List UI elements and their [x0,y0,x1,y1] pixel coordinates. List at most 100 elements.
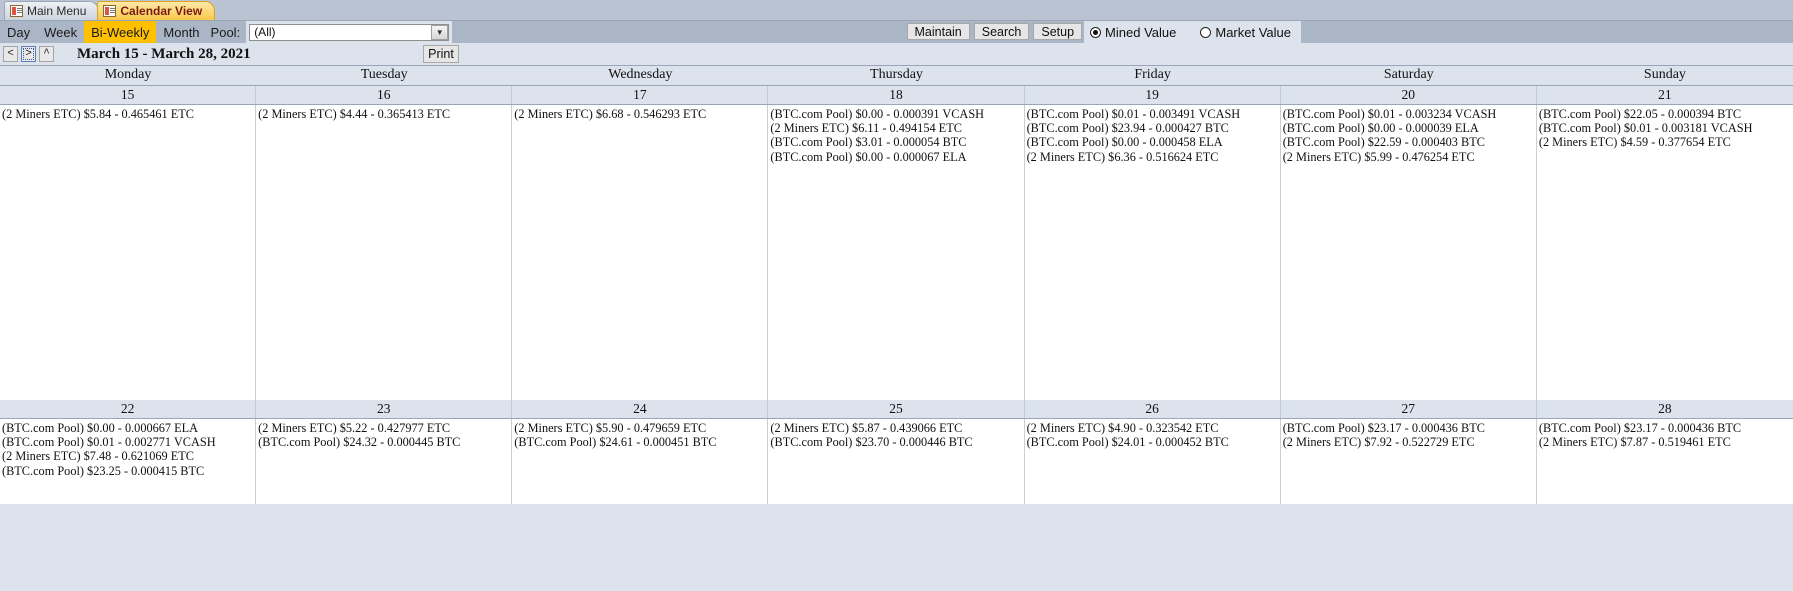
mining-entry[interactable]: (BTC.com Pool) $23.17 - 0.000436 BTC [1283,421,1534,435]
radio-label: Market Value [1215,24,1291,40]
day-number-27[interactable]: 27 [1281,400,1537,418]
day-header-tuesday: Tuesday [360,67,408,82]
day-number-24[interactable]: 24 [512,400,769,418]
value-mode-group: Mined Value Market Value [1084,21,1301,43]
day-cell[interactable]: (2 Miners ETC) $5.84 - 0.465461 ETC [0,105,257,400]
form-icon [103,5,117,17]
next-period-button[interactable]: > [21,46,36,62]
day-cell[interactable]: (2 Miners ETC) $5.87 - 0.439066 ETC (BTC… [768,419,1025,504]
toolbar-spacer [452,21,905,43]
mining-entry[interactable]: (2 Miners ETC) $5.22 - 0.427977 ETC [258,421,509,435]
mining-entry[interactable]: (BTC.com Pool) $0.01 - 0.003181 VCASH [1539,121,1791,135]
day-cell[interactable]: (BTC.com Pool) $0.00 - 0.000391 VCASH (2… [768,105,1025,400]
mining-entry[interactable]: (2 Miners ETC) $4.90 - 0.323542 ETC [1027,421,1278,435]
mining-entry[interactable]: (BTC.com Pool) $24.32 - 0.000445 BTC [258,435,509,449]
day-cell[interactable]: (BTC.com Pool) $23.17 - 0.000436 BTC (2 … [1536,419,1793,504]
mining-entry[interactable]: (BTC.com Pool) $24.61 - 0.000451 BTC [514,435,765,449]
previous-period-button[interactable]: < [3,46,18,62]
view-button-month[interactable]: Month [156,21,206,43]
day-number-17[interactable]: 17 [512,86,769,104]
day-header-friday: Friday [1134,67,1171,82]
day-cell[interactable]: (2 Miners ETC) $5.22 - 0.427977 ETC (BTC… [256,419,513,504]
mining-entry[interactable]: (BTC.com Pool) $0.00 - 0.000458 ELA [1027,135,1278,149]
day-number-26[interactable]: 26 [1025,400,1281,418]
mining-entry[interactable]: (2 Miners ETC) $6.11 - 0.494154 ETC [770,121,1021,135]
day-header-thursday: Thursday [870,67,923,82]
mining-entry[interactable]: (BTC.com Pool) $0.01 - 0.003234 VCASH [1283,107,1534,121]
day-header-sunday: Sunday [1643,67,1686,82]
mining-entry[interactable]: (BTC.com Pool) $23.70 - 0.000446 BTC [770,435,1021,449]
mining-entry[interactable]: (BTC.com Pool) $23.17 - 0.000436 BTC [1539,421,1791,435]
day-cell[interactable]: (2 Miners ETC) $5.90 - 0.479659 ETC (BTC… [512,419,769,504]
maintain-button[interactable]: Maintain [906,23,970,40]
mining-entry[interactable]: (BTC.com Pool) $0.00 - 0.000039 ELA [1283,121,1534,135]
day-cell[interactable]: (BTC.com Pool) $0.01 - 0.003491 VCASH (B… [1024,105,1281,400]
chevron-down-icon[interactable]: ▼ [431,24,449,40]
pool-selected-value: (All) [254,25,276,39]
day-number-16[interactable]: 16 [256,86,513,104]
mining-entry[interactable]: (BTC.com Pool) $23.94 - 0.000427 BTC [1027,121,1278,135]
day-cell[interactable]: (BTC.com Pool) $22.05 - 0.000394 BTC (BT… [1536,105,1793,400]
mining-entry[interactable]: (2 Miners ETC) $7.92 - 0.522729 ETC [1283,435,1534,449]
day-number-23[interactable]: 23 [256,400,513,418]
mining-entry[interactable]: (BTC.com Pool) $0.01 - 0.002771 VCASH [2,435,253,449]
mining-entry[interactable]: (2 Miners ETC) $4.44 - 0.365413 ETC [258,107,509,121]
view-button-bi-weekly[interactable]: Bi-Weekly [84,21,157,43]
day-cell[interactable]: (BTC.com Pool) $0.00 - 0.000667 ELA (BTC… [0,419,257,504]
tab-bar: Main Menu Calendar View [0,0,1793,21]
day-number-20[interactable]: 20 [1281,86,1537,104]
mining-entry[interactable]: (2 Miners ETC) $5.87 - 0.439066 ETC [770,421,1021,435]
mining-entry[interactable]: (BTC.com Pool) $22.05 - 0.000394 BTC [1539,107,1791,121]
setup-button[interactable]: Setup [1033,23,1083,40]
day-cell[interactable]: (2 Miners ETC) $6.68 - 0.546293 ETC [512,105,769,400]
mining-entry[interactable]: (BTC.com Pool) $0.00 - 0.000391 VCASH [770,107,1021,121]
mining-entry[interactable]: (BTC.com Pool) $24.01 - 0.000452 BTC [1027,435,1278,449]
day-cell[interactable]: (BTC.com Pool) $23.17 - 0.000436 BTC (2 … [1280,419,1537,504]
day-number-18[interactable]: 18 [768,86,1025,104]
up-period-button[interactable]: ^ [39,46,54,62]
mining-entry[interactable]: (BTC.com Pool) $22.59 - 0.000403 BTC [1283,135,1534,149]
view-button-day[interactable]: Day [0,21,37,43]
radio-mined-value[interactable]: Mined Value [1090,25,1176,40]
week-1-cells: (2 Miners ETC) $5.84 - 0.465461 ETC (2 M… [0,105,1793,400]
tab-main-menu[interactable]: Main Menu [4,1,100,20]
print-button[interactable]: Print [423,45,459,63]
mining-entry[interactable]: (2 Miners ETC) $5.90 - 0.479659 ETC [514,421,765,435]
mining-entry[interactable]: (BTC.com Pool) $0.00 - 0.000667 ELA [2,421,253,435]
tab-calendar-view[interactable]: Calendar View [97,1,216,20]
mining-entry[interactable]: (2 Miners ETC) $4.59 - 0.377654 ETC [1539,135,1791,149]
day-of-week-header: Monday Tuesday Wednesday Thursday Friday… [0,66,1793,86]
day-number-15[interactable]: 15 [0,86,257,104]
tab-label: Main Menu [27,4,87,18]
calendar-grid: Monday Tuesday Wednesday Thursday Friday… [0,65,1793,504]
mining-entry[interactable]: (2 Miners ETC) $5.99 - 0.476254 ETC [1283,150,1534,164]
mining-entry[interactable]: (BTC.com Pool) $0.00 - 0.000067 ELA [770,150,1021,164]
view-toolbar: Day Week Bi-Weekly Month Pool: (All) ▼ M… [0,21,1793,43]
radio-label: Mined Value [1105,24,1177,40]
day-number-22[interactable]: 22 [0,400,257,418]
day-header-saturday: Saturday [1383,67,1434,82]
radio-market-value[interactable]: Market Value [1200,25,1291,40]
pool-filter: (All) ▼ [246,21,453,43]
day-cell[interactable]: (2 Miners ETC) $4.44 - 0.365413 ETC [256,105,513,400]
mining-entry[interactable]: (2 Miners ETC) $7.87 - 0.519461 ETC [1539,435,1791,449]
day-number-21[interactable]: 21 [1537,86,1793,104]
mining-entry[interactable]: (2 Miners ETC) $5.84 - 0.465461 ETC [2,107,253,121]
day-cell[interactable]: (2 Miners ETC) $4.90 - 0.323542 ETC (BTC… [1024,419,1281,504]
mining-entry[interactable]: (2 Miners ETC) $6.36 - 0.516624 ETC [1027,150,1278,164]
day-number-28[interactable]: 28 [1537,400,1793,418]
day-header-wednesday: Wednesday [608,67,673,82]
mining-entry[interactable]: (BTC.com Pool) $0.01 - 0.003491 VCASH [1027,107,1278,121]
search-button[interactable]: Search [973,23,1030,40]
day-cell[interactable]: (BTC.com Pool) $0.01 - 0.003234 VCASH (B… [1280,105,1537,400]
day-number-25[interactable]: 25 [768,400,1025,418]
day-header-monday: Monday [104,67,152,82]
mining-entry[interactable]: (BTC.com Pool) $3.01 - 0.000054 BTC [770,135,1021,149]
mining-entry[interactable]: (2 Miners ETC) $7.48 - 0.621069 ETC [2,449,253,463]
mining-entry[interactable]: (BTC.com Pool) $23.25 - 0.000415 BTC [2,464,253,478]
radio-dot-icon [1090,26,1102,38]
mining-entry[interactable]: (2 Miners ETC) $6.68 - 0.546293 ETC [514,107,765,121]
view-button-week[interactable]: Week [37,21,84,43]
pool-combobox[interactable]: (All) ▼ [249,23,450,41]
day-number-19[interactable]: 19 [1025,86,1281,104]
